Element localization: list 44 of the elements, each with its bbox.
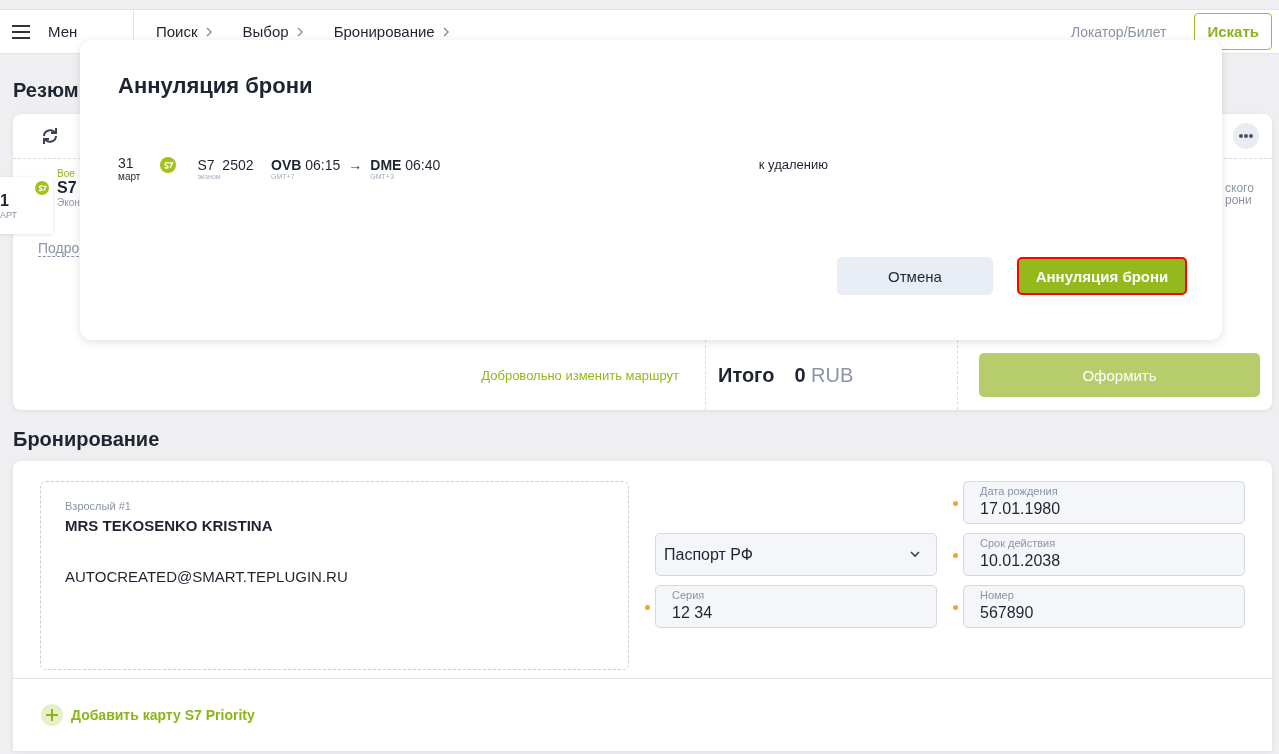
arrow-symbol: → [348, 157, 363, 173]
document-select[interactable]: Паспорт РФ [655, 533, 937, 576]
dialog-title: Аннуляция брони [118, 73, 314, 99]
input-field[interactable]: Срок действия 10.01.2038 [963, 533, 1245, 576]
passenger-email: AUTOCREATED@SMART.TEPLUGIN.RU [65, 568, 349, 585]
chevron-down-icon [910, 551, 920, 558]
more-icon [1239, 134, 1253, 138]
breadcrumb[interactable]: Выбор [242, 23, 289, 40]
departure-time: OVB 06:15 [271, 157, 341, 173]
breadcrumb[interactable]: Поиск [156, 23, 198, 40]
menu-label[interactable]: Мен [48, 23, 78, 40]
month-label: март [118, 170, 142, 183]
status-label: к удалению [758, 157, 828, 172]
refresh-icon [41, 127, 59, 145]
s7-logo-icon [35, 181, 49, 195]
passenger-type: Взрослый #1 [65, 500, 132, 512]
menu-icon [12, 24, 30, 39]
input-field[interactable]: Серия 12 34 [655, 585, 937, 628]
info-text: рони [1225, 194, 1253, 206]
day-number: 1 [0, 191, 10, 210]
cabin-label: Экон [57, 197, 80, 208]
chevron-icon [205, 26, 213, 37]
month-label: АРТ [0, 209, 19, 220]
cancel-button[interactable]: Отмена [837, 257, 993, 295]
day-number: 31 [118, 157, 135, 170]
breadcrumb[interactable]: Бронирование [333, 23, 435, 40]
total-amount: 0 [794, 363, 806, 386]
passenger-name: MRS TEKOSENKO KRISTINA [65, 517, 274, 534]
carrier-code: S7 [57, 179, 78, 197]
info-text: ского [1225, 182, 1254, 194]
section-title: Резюм [13, 79, 79, 102]
more-button[interactable] [1233, 123, 1259, 149]
currency-label: RUB [811, 363, 854, 386]
chevron-icon [442, 26, 450, 37]
plus-icon [41, 704, 63, 726]
chevron-icon [296, 26, 304, 37]
input-field[interactable]: Номер 567890 [963, 585, 1245, 628]
arrival-time: DME 06:40 [370, 157, 441, 173]
s7-logo-icon [160, 157, 176, 173]
input-field[interactable]: Дата рождения 17.01.1980 [963, 481, 1245, 524]
total-label: Итого [718, 363, 775, 387]
flight-number: S7 2502 [197, 157, 255, 173]
aircraft-label: Вое [57, 168, 76, 179]
section-title: Бронирование [13, 428, 161, 451]
